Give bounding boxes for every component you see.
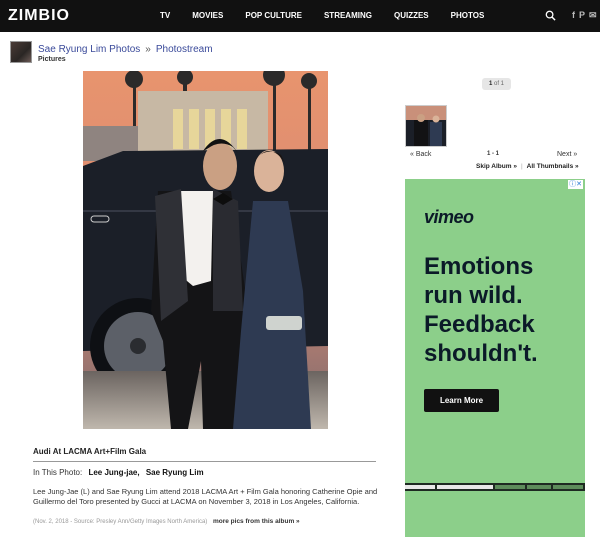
photo-title: Audi At LACMA Art+Film Gala (33, 447, 147, 456)
ad-video-progress (405, 483, 585, 491)
photo-description: Lee Jung-Jae (L) and Sae Ryung Lim atten… (33, 487, 378, 506)
progress-segment (553, 485, 583, 489)
progress-segment (495, 485, 525, 489)
vimeo-logo: vimeo (424, 207, 474, 227)
photo-illustration (83, 71, 328, 429)
more-pics-link[interactable]: more pics from this album » (213, 518, 300, 525)
breadcrumb-root-link[interactable]: Sae Ryung Lim Photos (38, 44, 140, 55)
person-link-lee-jung-jae[interactable]: Lee Jung-jae, (88, 468, 139, 477)
nav-item-quizzes[interactable]: QUIZZES (394, 11, 429, 20)
next-link[interactable]: Next » (557, 151, 577, 158)
social-links: f P ✉ (572, 10, 597, 21)
breadcrumb: Sae Ryung Lim Photos » Photostream (38, 44, 213, 55)
album-avatar[interactable] (10, 41, 32, 63)
site-logo[interactable]: ZIMBIO (8, 7, 70, 25)
ad-headline-line: Feedback (424, 311, 535, 338)
email-icon[interactable]: ✉ (589, 10, 597, 21)
ad-headline-line: shouldn't. (424, 340, 538, 367)
search-icon[interactable] (545, 10, 556, 21)
breadcrumb-subtitle: Pictures (38, 56, 66, 63)
main-nav: TV MOVIES POP CULTURE STREAMING QUIZZES … (160, 11, 506, 20)
breadcrumb-current-link[interactable]: Photostream (156, 44, 213, 55)
album-links-divider: | (520, 163, 523, 170)
nav-item-movies[interactable]: MOVIES (192, 11, 223, 20)
in-this-photo-label: In This Photo: (33, 468, 83, 477)
page-count-badge: 1 of 1 (482, 78, 511, 90)
caption-divider (33, 461, 376, 462)
breadcrumb-separator: » (145, 44, 151, 55)
thumbnail-illustration (406, 106, 446, 146)
progress-segment (527, 485, 551, 489)
all-thumbnails-link[interactable]: All Thumbnails » (527, 163, 579, 170)
person-link-sae-ryung-lim[interactable]: Sae Ryung Lim (146, 468, 204, 477)
album-links: Skip Album » | All Thumbnails » (476, 163, 579, 170)
badge-total: of 1 (494, 81, 505, 87)
photo-source: (Nov. 2, 2018 - Source: Presley Ann/Gett… (33, 519, 208, 525)
nav-item-pop-culture[interactable]: POP CULTURE (245, 11, 302, 20)
facebook-icon[interactable]: f (572, 10, 575, 21)
skip-album-link[interactable]: Skip Album » (476, 163, 517, 170)
main-photo[interactable] (83, 71, 328, 429)
album-thumbnail[interactable] (405, 105, 447, 147)
in-this-photo: In This Photo: Lee Jung-jae, Sae Ryung L… (33, 468, 204, 477)
progress-segment (405, 485, 435, 489)
ad-headline-line: Emotions (424, 253, 534, 280)
nav-item-photos[interactable]: PHOTOS (451, 11, 485, 20)
nav-item-streaming[interactable]: STREAMING (324, 11, 372, 20)
learn-more-button[interactable]: Learn More (424, 389, 499, 412)
photo-range: 1 - 1 (487, 151, 500, 157)
ad-choices-icon[interactable]: ⓘ✕ (568, 180, 583, 189)
ad-headline-line: run wild. (424, 282, 523, 309)
photo-meta: (Nov. 2, 2018 - Source: Presley Ann/Gett… (33, 518, 300, 525)
back-link[interactable]: « Back (410, 151, 431, 158)
nav-item-tv[interactable]: TV (160, 11, 170, 20)
top-navigation-bar: ZIMBIO TV MOVIES POP CULTURE STREAMING Q… (0, 0, 600, 32)
progress-segment (437, 485, 493, 489)
badge-current: 1 (488, 81, 493, 87)
pinterest-icon[interactable]: P (579, 10, 585, 21)
ad-headline: Emotions run wild. Feedback shouldn't. (424, 252, 584, 368)
vimeo-ad[interactable]: ⓘ✕ vimeo Emotions run wild. Feedback sho… (405, 179, 585, 537)
